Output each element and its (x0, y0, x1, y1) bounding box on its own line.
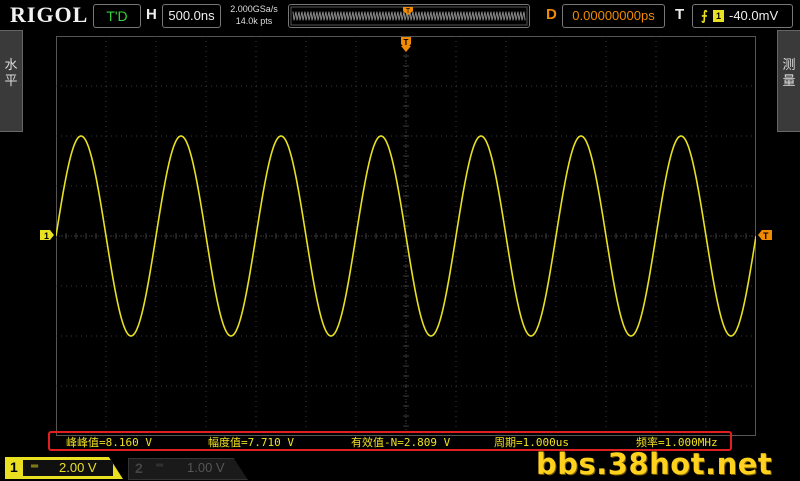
delay-label: D (546, 6, 557, 23)
memory-waveform-icon: T (290, 6, 528, 26)
ch2-number: 2 (135, 460, 143, 476)
waveform-display[interactable] (56, 36, 756, 436)
ch1-offset-marker[interactable]: 1 (40, 230, 54, 241)
measure-peak-to-peak: 峰峰值=8.160 V (66, 436, 152, 449)
memory-position-strip[interactable]: T (288, 4, 530, 28)
ch1-scale-button[interactable]: 1 ═ 2.00 V (5, 457, 123, 479)
rising-edge-icon: ⨍ (701, 8, 708, 23)
horizontal-label: H (146, 6, 157, 23)
trigger-source-badge: 1 (713, 10, 724, 22)
horizontal-menu-tab[interactable]: 水平 (0, 30, 23, 132)
ch1-number: 1 (10, 459, 18, 475)
horizontal-menu-label: 水平 (4, 57, 18, 88)
trigger-label: T (675, 6, 685, 23)
timebase-value[interactable]: 500.0ns (162, 4, 221, 28)
brand-logo: RIGOL (10, 2, 89, 27)
delay-value[interactable]: 0.00000000ps (562, 4, 665, 28)
measure-amplitude: 幅度值=7.710 V (208, 436, 294, 449)
dc-coupling-icon: ═ (31, 461, 39, 472)
memory-depth: 14.0k pts (235, 16, 273, 26)
status-bar: RIGOL T'D H 500.0ns 2.000GSa/s 14.0k pts… (0, 0, 800, 30)
svg-text:1: 1 (44, 231, 49, 241)
run-status-badge[interactable]: T'D (93, 4, 141, 28)
ch1-scale-value: 2.00 V (59, 460, 97, 475)
dc-coupling-icon: ═ (156, 460, 164, 471)
measure-rms: 有效值-N=2.809 V (351, 436, 451, 449)
trigger-level: -40.0mV (729, 8, 779, 23)
trigger-settings[interactable]: ⨍ 1 -40.0mV (692, 4, 793, 28)
watermark: bbs.38hot.net (536, 447, 773, 481)
measure-menu-label: 测量 (782, 57, 796, 88)
ch2-scale-button[interactable]: 2 ═ 1.00 V (128, 458, 248, 480)
measure-menu-tab[interactable]: 测量 (777, 30, 800, 132)
svg-text:T: T (406, 8, 411, 15)
acquisition-info: 2.000GSa/s 14.0k pts (226, 3, 282, 27)
trigger-level-marker[interactable]: T (758, 230, 772, 241)
sample-rate: 2.000GSa/s (230, 4, 278, 14)
ch2-scale-value: 1.00 V (187, 460, 225, 475)
svg-text:T: T (763, 231, 769, 241)
